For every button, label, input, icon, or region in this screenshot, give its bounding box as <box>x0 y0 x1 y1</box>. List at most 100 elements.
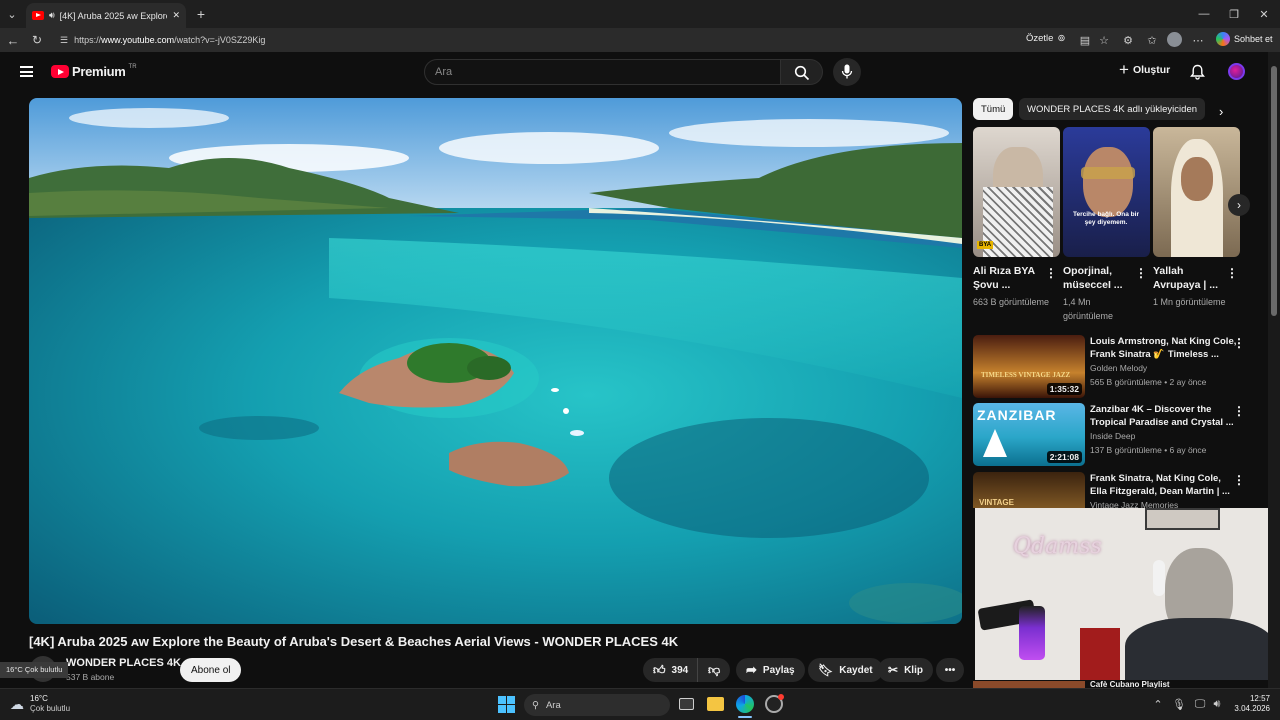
account-avatar[interactable] <box>1228 63 1245 80</box>
scrollbar-thumb[interactable] <box>1271 66 1277 316</box>
speaker-icon[interactable]: 🔊︎ <box>49 10 55 21</box>
browser-tab-strip: ⌄ 🔊︎ [4K] Aruba 2025 ᴀᴡ Explore tl ✕ + —… <box>0 0 1280 28</box>
shorts-next-chevron-icon[interactable]: › <box>1228 194 1250 216</box>
youtube-logo[interactable]: Premium TR <box>51 64 137 79</box>
back-arrow-icon[interactable]: ← <box>5 32 21 48</box>
partial-recommendation-title[interactable]: Cafè Cubano Playlist <box>1090 680 1170 688</box>
short-2-menu-icon[interactable]: ⋮ <box>1135 266 1147 280</box>
url-field[interactable]: ☰ https://www.youtube.com/watch?v=-jV0SZ… <box>52 30 1012 50</box>
edge-browser-icon[interactable] <box>736 695 754 713</box>
windows-start-icon[interactable] <box>498 696 515 713</box>
short-title-1[interactable]: Ali Rıza BYA Şovu ... <box>973 264 1043 292</box>
reload-icon[interactable]: ↻ <box>29 32 45 48</box>
share-button[interactable]: ➦ Paylaş <box>736 658 805 682</box>
restore-icon[interactable]: ❐ <box>1226 6 1242 22</box>
recommendation-thumbnail: VINTAGE <box>973 472 1085 508</box>
subscriber-count: 537 B abone <box>66 672 115 682</box>
app-icon[interactable] <box>765 694 784 713</box>
youtube-masthead: Premium TR Ara + Oluştur <box>0 52 1268 92</box>
tab-list-chevron-icon[interactable]: ⌄ <box>4 6 20 22</box>
taskbar-search[interactable]: ⚲ Ara <box>524 694 670 716</box>
logo-text: Premium <box>72 64 126 79</box>
task-view-icon[interactable] <box>679 698 694 710</box>
copilot-icon <box>1216 32 1230 46</box>
like-button[interactable]: 👍︎ 394 <box>643 658 701 682</box>
hamburger-menu-icon[interactable] <box>20 66 33 77</box>
share-label: Paylaş <box>762 664 795 676</box>
bookmark-icon: 🔖︎ <box>818 663 834 677</box>
collections-icon[interactable]: ✩ <box>1145 32 1159 48</box>
reader-view-icon[interactable]: ▤ <box>1078 32 1092 48</box>
create-button[interactable]: + Oluştur <box>1119 61 1170 78</box>
clip-button[interactable]: ✂ Klip <box>878 658 933 682</box>
profile-avatar[interactable] <box>1167 32 1182 47</box>
thumbnail-text: ZANZIBAR <box>977 407 1057 423</box>
chip-from-uploader[interactable]: WONDER PLACES 4K adlı yükleyiciden <box>1019 98 1206 120</box>
channel-name[interactable]: WONDER PLACES 4K <box>66 657 181 669</box>
volume-icon[interactable]: 🔊︎ <box>1210 697 1224 711</box>
network-icon[interactable]: 🖵︎ <box>1193 697 1207 711</box>
summarize-button[interactable]: Özetle ⊚ <box>1026 33 1065 44</box>
short-title-3[interactable]: Yallah Avrupaya | ... <box>1153 264 1223 292</box>
thumbnail-text: VINTAGE <box>979 498 1014 507</box>
logo-region: TR <box>128 64 137 70</box>
page-scrollbar[interactable] <box>1268 52 1280 688</box>
file-explorer-icon[interactable] <box>707 697 724 711</box>
clock-time: 12:57 <box>1249 694 1270 703</box>
save-button[interactable]: 🔖︎ Kaydet <box>808 658 883 682</box>
short-title-2[interactable]: Oporjinal, müsecceI ... <box>1063 264 1133 292</box>
recommendation-thumbnail: ZANZIBAR 2:21:08 <box>973 403 1085 466</box>
video-player[interactable] <box>29 98 962 624</box>
recommendation-thumbnail: TIMELESS VINTAGE JAZZ 1:35:32 <box>973 335 1085 398</box>
chips-next-chevron-icon[interactable]: › <box>1219 104 1223 119</box>
recommendation-menu-icon[interactable]: ⋮ <box>1233 473 1245 487</box>
notifications-bell-icon[interactable] <box>1190 64 1205 80</box>
extension-icon[interactable]: ⚙ <box>1121 32 1135 48</box>
video-duration: 1:35:32 <box>1046 383 1082 395</box>
chip-all[interactable]: Tümü <box>973 98 1014 120</box>
thumbnail-text: TIMELESS VINTAGE JAZZ <box>981 371 1071 379</box>
close-window-icon[interactable]: ✕ <box>1256 6 1272 22</box>
weather-temp: 16°C <box>30 694 48 703</box>
copilot-button[interactable]: Sohbet et <box>1216 32 1273 46</box>
short-1-menu-icon[interactable]: ⋮ <box>1045 266 1057 280</box>
like-count: 394 <box>671 664 689 676</box>
microphone-tray-icon[interactable]: 🎙︎ <box>1172 697 1186 711</box>
recommendation-item[interactable]: ZANZIBAR 2:21:08 Zanzibar 4K – Discover … <box>973 403 1258 467</box>
short-thumbnail-3[interactable] <box>1153 127 1240 257</box>
site-info-icon[interactable]: ☰ <box>60 35 68 46</box>
favorite-star-icon[interactable]: ☆ <box>1097 32 1111 48</box>
recommendation-menu-icon[interactable]: ⋮ <box>1233 404 1245 418</box>
more-actions-button[interactable]: ••• <box>936 658 964 682</box>
short-thumbnail-2[interactable]: Tercihe bağlı. Ona bir şey diyemem. <box>1063 127 1150 257</box>
recommendation-menu-icon[interactable]: ⋮ <box>1233 336 1245 350</box>
url-prefix: https:// <box>74 35 102 45</box>
recommendation-meta: 137 B görüntüleme • 6 ay önce <box>1090 445 1207 455</box>
browser-tab-active[interactable]: 🔊︎ [4K] Aruba 2025 ᴀᴡ Explore tl ✕ <box>26 3 186 28</box>
short-3-menu-icon[interactable]: ⋮ <box>1226 266 1238 280</box>
recommendation-item[interactable]: VINTAGE Frank Sinatra, Nat King Cole, El… <box>973 472 1258 508</box>
search-button[interactable] <box>781 59 823 85</box>
summarize-label: Özetle <box>1026 33 1054 44</box>
voice-search-button[interactable] <box>833 58 861 86</box>
recommendation-item[interactable]: TIMELESS VINTAGE JAZZ 1:35:32 Louis Arms… <box>973 335 1258 399</box>
share-arrow-icon: ➦ <box>746 662 757 677</box>
active-app-indicator <box>738 716 752 718</box>
minimize-icon[interactable]: — <box>1196 6 1212 22</box>
new-tab-plus-icon[interactable]: + <box>193 6 209 22</box>
url-host: www.youtube.com <box>101 35 175 45</box>
recommendation-title: Zanzibar 4K – Discover the Tropical Para… <box>1090 404 1234 428</box>
video-title: [4K] Aruba 2025 ᴀᴡ Explore the Beauty of… <box>29 634 679 649</box>
more-options-icon[interactable]: ⋯ <box>1191 32 1205 48</box>
weather-widget[interactable]: ☁ 16°C Çok bulutlu <box>10 694 70 714</box>
youtube-favicon-icon <box>32 11 44 20</box>
tray-chevron-icon[interactable]: ⌃ <box>1152 697 1164 711</box>
dislike-button[interactable]: 👎︎ <box>697 658 731 682</box>
short-thumbnail-1[interactable]: BYA <box>973 127 1060 257</box>
tab-close-icon[interactable]: ✕ <box>172 10 180 21</box>
search-input[interactable]: Ara <box>424 59 781 85</box>
subscribe-button[interactable]: Abone ol <box>180 658 242 682</box>
recommendation-channel: Golden Melody <box>1090 363 1148 373</box>
clock-date: 3.04.2026 <box>1234 704 1270 713</box>
clock[interactable]: 12:57 3.04.2026 <box>1226 694 1270 714</box>
